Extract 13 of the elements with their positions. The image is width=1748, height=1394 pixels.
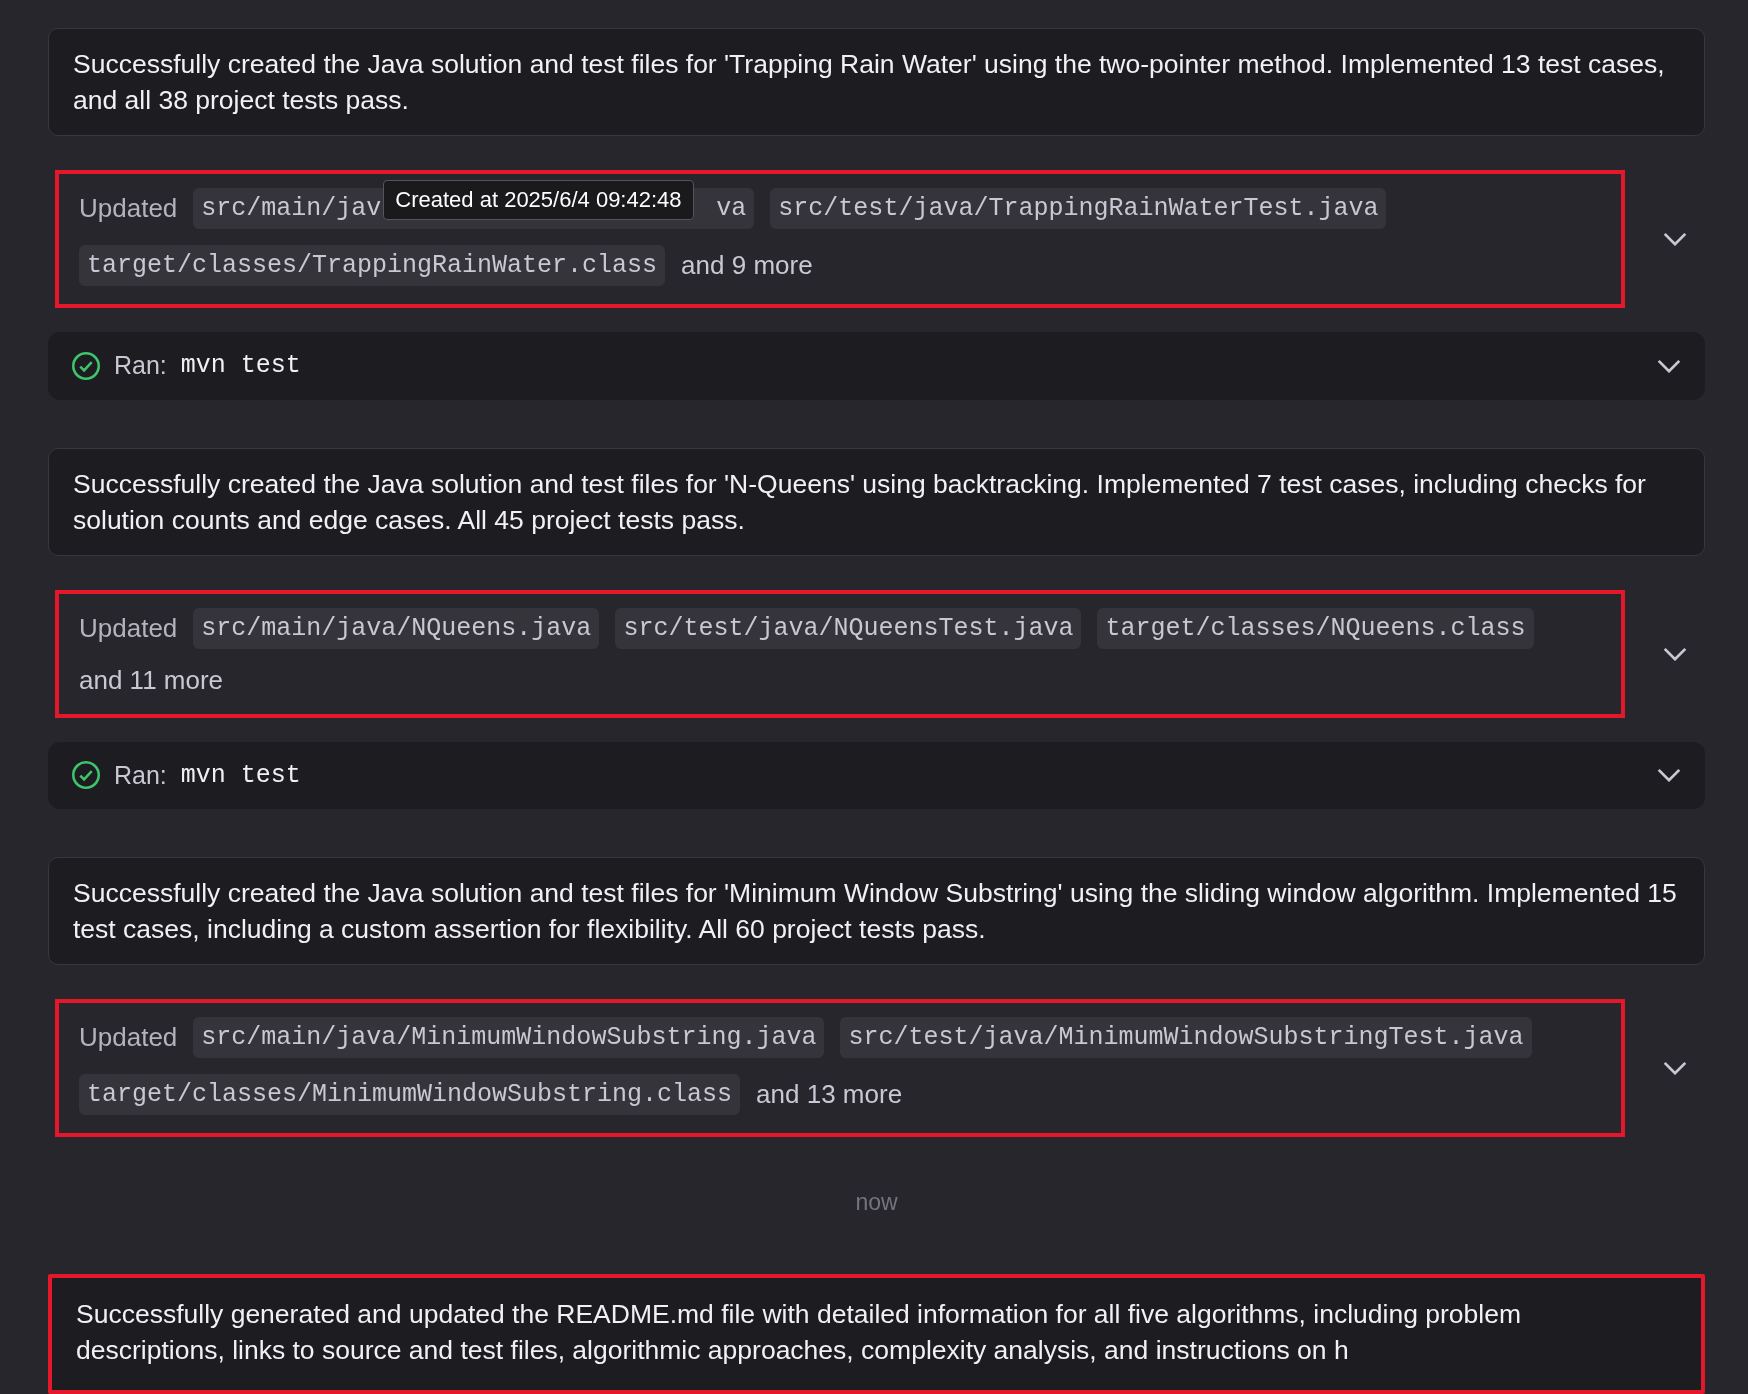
command-text: mvn test [180,351,301,381]
timestamp: now [855,1189,898,1216]
updated-label: Updated [79,612,178,644]
ran-label: Ran: [114,760,167,790]
command-text: mvn test [180,760,301,790]
message-card: Successfully created the Java solution and test files for 'N-Queens' using backtracking. Implemented 7 test cases, including checks for solution counts and edge cases. All 45 project tests pass. [48,447,1705,556]
tooltip: Created at 2025/6/4 09:42:48 [383,180,694,220]
ran-label: Ran: [114,351,167,381]
message-card: Successfully created the Java solution and test files for 'Minimum Window Substring' using the sliding window algorithm. Implemented 15 test cases, including a custom assertion for flexibility. All 60 project tests pass. [48,857,1705,965]
message-card: Successfully created the Java solution and test files for 'Trapping Rain Water' using the two-pointer method. Implemented 13 test cases, and all 38 project tests pass. [48,28,1705,136]
updated-label: Updated [79,1022,178,1053]
updated-label: Updated [79,193,178,224]
message-card: Successfully generated and updated the README.md file with detailed information for all five algorithms, including problem descriptions, links to source and test files, algorithmic approaches, complexity analysis, and instructions on h [48,1274,1705,1394]
